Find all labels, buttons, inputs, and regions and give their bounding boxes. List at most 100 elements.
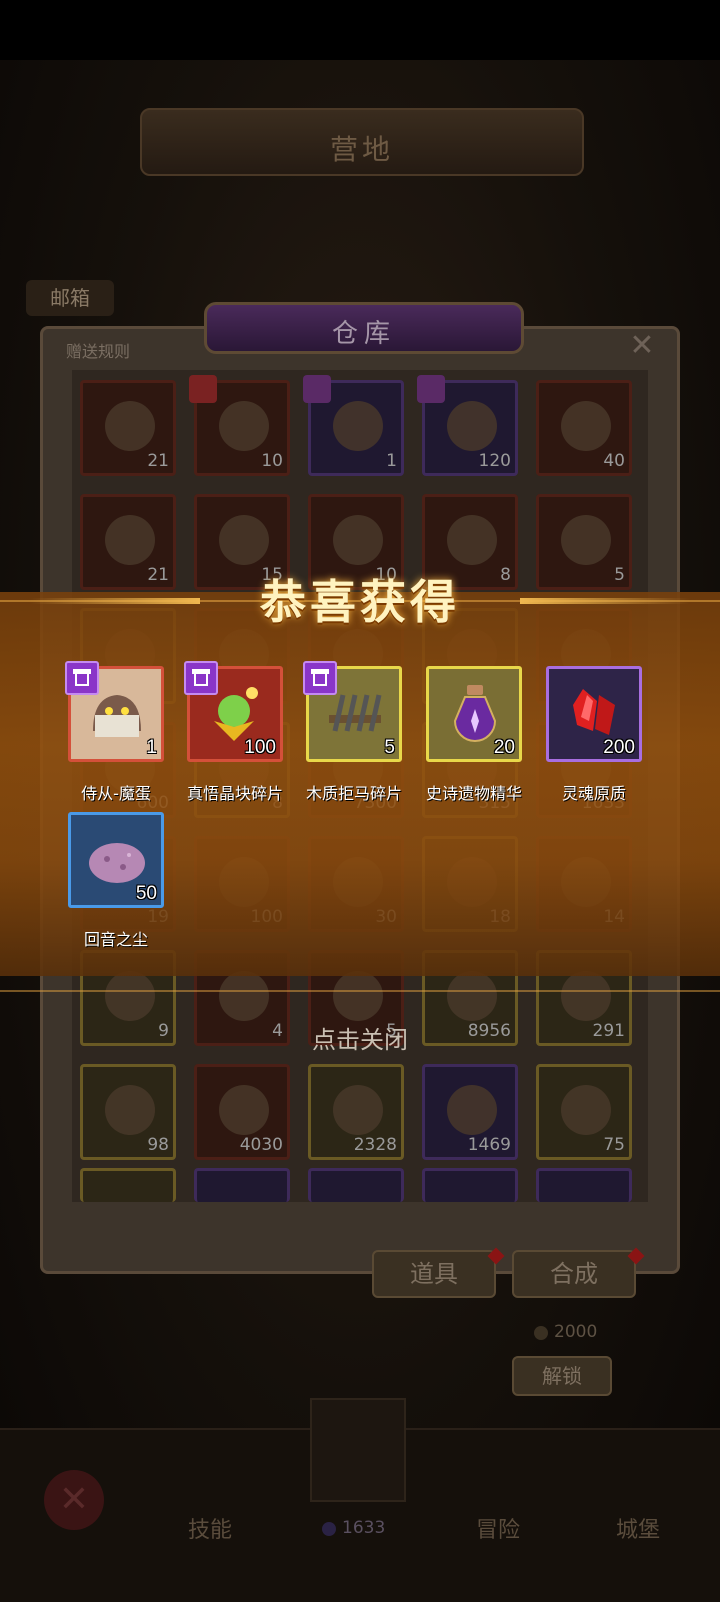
close-circle-icon[interactable]: ✕ [44, 1470, 104, 1530]
gem-icon [322, 1522, 336, 1536]
warehouse-slot[interactable] [194, 1168, 290, 1202]
slot-count: 98 [147, 1135, 169, 1155]
warehouse-slot[interactable]: 1469 [422, 1064, 518, 1160]
gift-icon [417, 375, 445, 403]
reward-item[interactable]: 50 [68, 812, 164, 908]
camp-header: 营地 [140, 108, 584, 176]
status-bar [0, 0, 720, 60]
mailbox-tab[interactable]: 邮箱 [26, 280, 114, 316]
item-icon [333, 515, 383, 565]
nav-castle[interactable]: 城堡 [616, 1512, 660, 1544]
reward-item[interactable]: 1 [65, 661, 164, 762]
item-icon [561, 401, 611, 451]
slot-count: 5 [614, 565, 625, 585]
reward-item-name: 侍从-魔蛋 [81, 784, 151, 803]
slot-count: 1 [386, 451, 397, 471]
center-tower-icon[interactable] [310, 1398, 406, 1502]
item-icon [219, 1085, 269, 1135]
warehouse-slot[interactable]: 120 [417, 375, 518, 476]
unlock-button[interactable]: 解锁 [512, 1356, 612, 1396]
warehouse-slot[interactable]: 40 [536, 380, 632, 476]
reward-item-name: 史诗遗物精华 [425, 784, 522, 803]
reward-item-qty: 1 [146, 737, 157, 758]
reward-item-icon [563, 681, 627, 745]
tap-to-close-hint[interactable]: 点击关闭 [260, 1020, 460, 1055]
items-button[interactable]: 道具 [372, 1250, 496, 1298]
warehouse-slot[interactable]: 1 [303, 375, 404, 476]
slot-count: 8956 [467, 1021, 511, 1041]
item-icon [219, 401, 269, 451]
reward-item-qty: 200 [603, 737, 635, 758]
reward-item-qty: 20 [493, 737, 515, 758]
gem-count: 1633 [342, 1518, 386, 1538]
craft-cost: 2000 [554, 1322, 598, 1342]
warehouse-slot[interactable]: 2328 [308, 1064, 404, 1160]
reward-title: 恭喜获得 [190, 566, 530, 636]
item-icon [105, 401, 155, 451]
close-icon[interactable]: ✕ [626, 330, 658, 362]
slot-count: 40 [603, 451, 625, 471]
gift-icon [189, 375, 217, 403]
reward-item[interactable]: 20 [426, 666, 522, 762]
item-icon [105, 971, 155, 1021]
nav-adventure[interactable]: 冒险 [476, 1512, 520, 1544]
warehouse-slot[interactable]: 4030 [194, 1064, 290, 1160]
item-icon [561, 971, 611, 1021]
nav-skills[interactable]: 技能 [188, 1512, 232, 1544]
warehouse-slot[interactable] [536, 1168, 632, 1202]
item-icon [447, 971, 497, 1021]
warehouse-title: 仓库 [331, 319, 396, 349]
gift-icon [303, 375, 331, 403]
gift-rules-link[interactable]: 赠送规则 [66, 338, 130, 362]
item-icon [447, 515, 497, 565]
item-icon [219, 515, 269, 565]
warehouse-header: 仓库 [204, 302, 524, 354]
gift-icon [65, 661, 99, 695]
item-icon [561, 1085, 611, 1135]
camp-title: 营地 [329, 133, 394, 166]
title-ornament-right [520, 598, 690, 604]
item-icon [447, 1085, 497, 1135]
warehouse-slot[interactable] [308, 1168, 404, 1202]
item-icon [333, 971, 383, 1021]
slot-count: 120 [478, 451, 511, 471]
slot-count: 21 [147, 451, 169, 471]
warehouse-slot[interactable] [80, 1168, 176, 1202]
warehouse-slot[interactable]: 21 [80, 380, 176, 476]
reward-item[interactable]: 100 [184, 661, 283, 762]
slot-count: 1469 [467, 1135, 511, 1155]
reward-item-name: 灵魂原质 [561, 784, 626, 803]
warehouse-slot[interactable] [422, 1168, 518, 1202]
reward-item-name: 回音之尘 [83, 930, 148, 949]
warehouse-slot[interactable]: 98 [80, 1064, 176, 1160]
reward-item-icon [443, 681, 507, 745]
warehouse-slot[interactable]: 75 [536, 1064, 632, 1160]
reward-item[interactable]: 200 [546, 666, 642, 762]
slot-count: 291 [592, 1021, 625, 1041]
item-icon [219, 971, 269, 1021]
item-icon [105, 1085, 155, 1135]
craft-button[interactable]: 合成 [512, 1250, 636, 1298]
reward-item-name: 真悟晶块碎片 [186, 784, 283, 803]
warehouse-slot[interactable]: 10 [189, 375, 290, 476]
reward-item-icon [85, 827, 149, 891]
slot-count: 21 [147, 565, 169, 585]
reward-item-qty: 100 [244, 737, 276, 758]
reward-item-qty: 5 [384, 737, 395, 758]
slot-count: 75 [603, 1135, 625, 1155]
gift-icon [184, 661, 218, 695]
warehouse-slot[interactable]: 21 [80, 494, 176, 590]
reward-item[interactable]: 5 [303, 661, 402, 762]
reward-border-bottom [0, 990, 720, 992]
reward-item-name: 木质拒马碎片 [305, 784, 402, 803]
item-icon [105, 515, 155, 565]
slot-count: 2328 [353, 1135, 397, 1155]
coin-icon [534, 1326, 548, 1340]
item-icon [333, 401, 383, 451]
item-icon [333, 1085, 383, 1135]
reward-title-text: 恭喜获得 [260, 575, 460, 629]
reward-item-qty: 50 [135, 883, 157, 904]
slot-count: 9 [158, 1021, 169, 1041]
item-icon [447, 401, 497, 451]
warehouse-slot[interactable]: 5 [536, 494, 632, 590]
